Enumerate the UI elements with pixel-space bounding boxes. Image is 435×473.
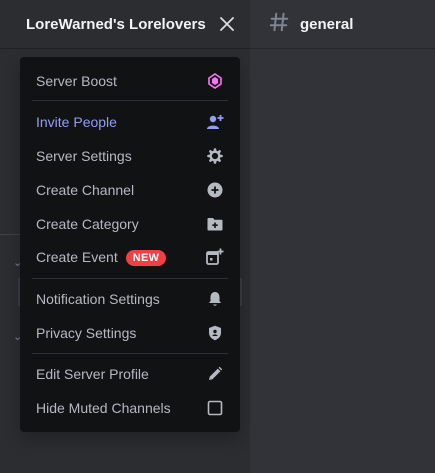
add-person-icon — [206, 113, 224, 131]
menu-separator — [32, 278, 228, 279]
menu-item-label: Create Category — [36, 216, 139, 232]
bell-icon — [206, 290, 224, 308]
menu-separator — [32, 353, 228, 354]
menu-item-edit-server-profile[interactable]: Edit Server Profile — [28, 358, 232, 390]
menu-item-label: Privacy Settings — [36, 325, 137, 341]
menu-item-notification-settings[interactable]: Notification Settings — [28, 283, 232, 315]
shield-icon — [206, 324, 224, 342]
pencil-icon — [206, 365, 224, 383]
folder-plus-icon — [206, 215, 224, 233]
menu-item-label: Hide Muted Channels — [36, 400, 171, 416]
menu-item-create-category[interactable]: Create Category — [28, 208, 232, 240]
menu-item-label: Notification Settings — [36, 291, 160, 307]
server-header[interactable]: LoreWarned's Lorelovers — [0, 0, 250, 49]
hashtag-icon — [268, 11, 290, 37]
menu-item-label: Edit Server Profile — [36, 366, 149, 382]
menu-item-server-boost[interactable]: Server Boost — [28, 65, 232, 97]
menu-item-privacy-settings[interactable]: Privacy Settings — [28, 317, 232, 349]
menu-item-label: Server Boost — [36, 73, 117, 89]
boost-gem-icon — [206, 72, 224, 90]
close-icon[interactable] — [218, 15, 236, 33]
menu-item-create-event[interactable]: Create Event NEW — [28, 241, 232, 273]
menu-item-server-settings[interactable]: Server Settings — [28, 140, 232, 172]
channel-name: general — [300, 15, 354, 33]
new-badge: NEW — [125, 249, 167, 266]
calendar-plus-icon — [206, 248, 224, 266]
menu-item-create-channel[interactable]: Create Channel — [28, 174, 232, 206]
plus-circle-icon — [206, 181, 224, 199]
gear-icon — [206, 147, 224, 165]
menu-item-label: Invite People — [36, 114, 117, 130]
sidebar-divider — [0, 234, 20, 235]
menu-item-invite-people[interactable]: Invite People — [28, 106, 232, 138]
menu-item-label: Create Event NEW — [36, 249, 206, 266]
menu-item-label: Server Settings — [36, 148, 132, 164]
menu-separator — [32, 100, 228, 101]
menu-item-label-text: Create Event — [36, 248, 118, 265]
checkbox-icon[interactable] — [206, 399, 224, 417]
server-name: LoreWarned's Lorelovers — [26, 15, 206, 33]
channel-header: general — [250, 0, 435, 49]
menu-item-hide-muted-channels[interactable]: Hide Muted Channels — [28, 392, 232, 424]
server-dropdown-menu: Server Boost Invite People Server Settin… — [20, 57, 240, 432]
menu-item-label: Create Channel — [36, 182, 135, 198]
